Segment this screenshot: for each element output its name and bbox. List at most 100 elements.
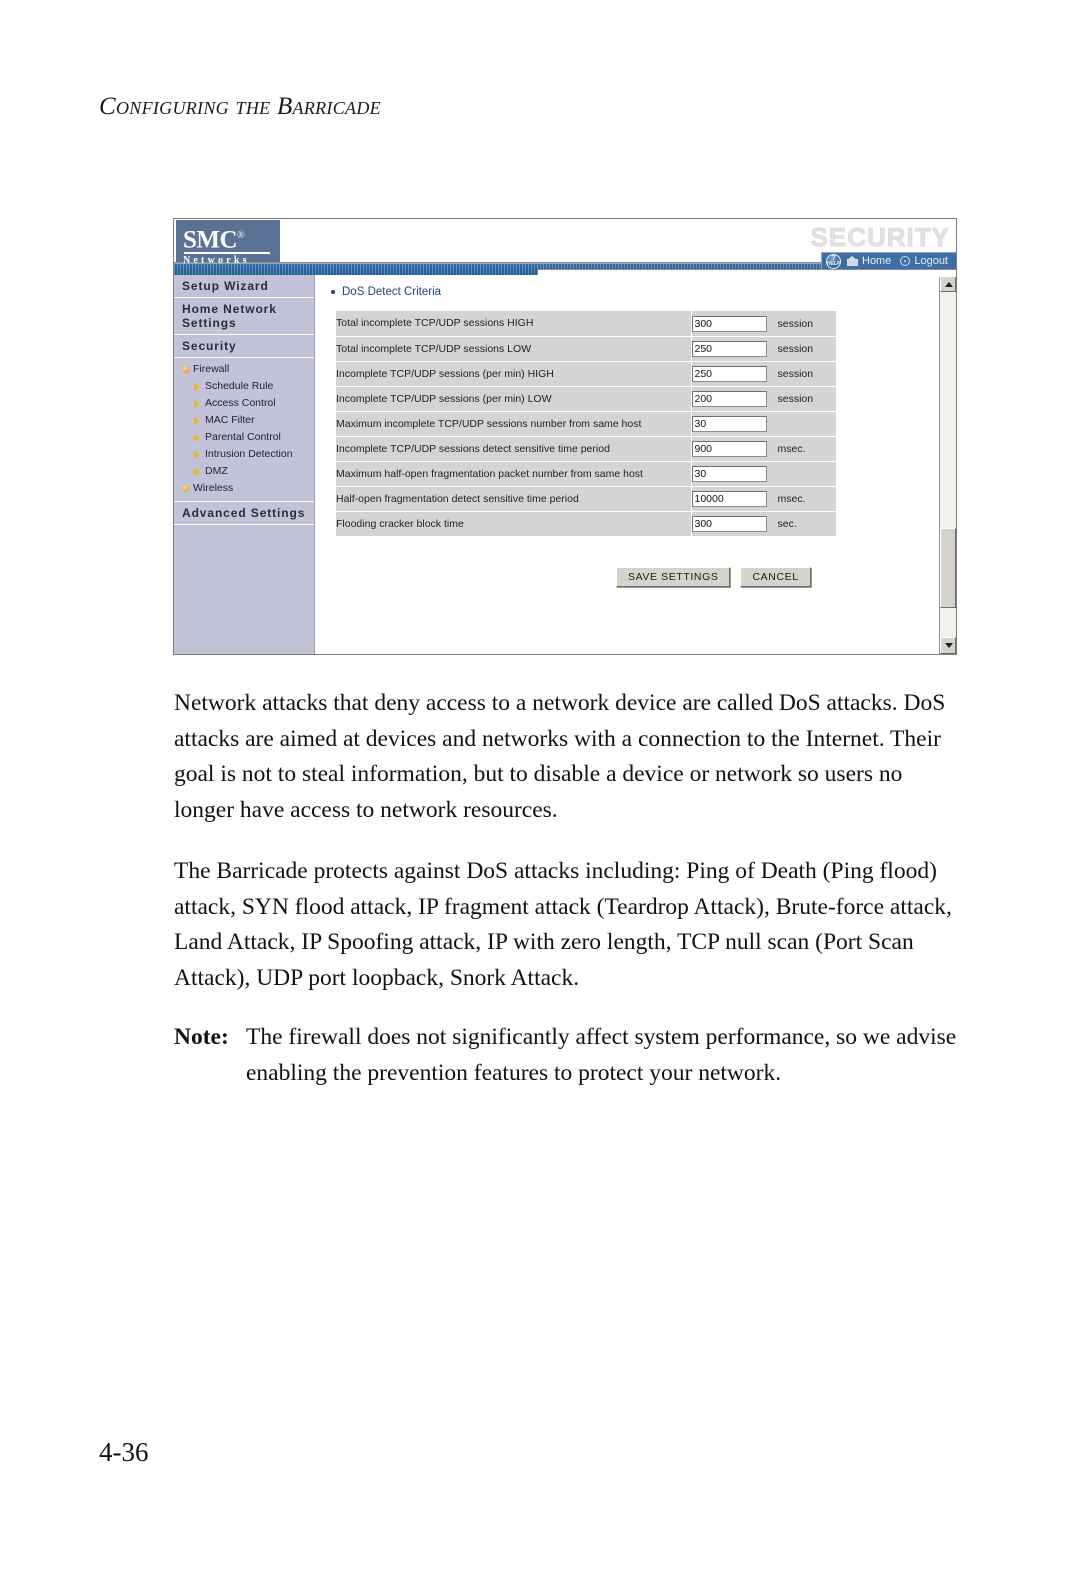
help-icon-label: HELP (826, 260, 841, 267)
page-number: 4-36 (99, 1437, 149, 1467)
help-icon[interactable]: ? HELP (826, 253, 841, 269)
sidebar-item-wireless-label: Wireless (193, 482, 234, 494)
table-row: Total incomplete TCP/UDP sessions HIGH 3… (336, 311, 836, 337)
table-row: Maximum half-open fragmentation packet n… (336, 461, 836, 487)
sidebar-item-dmz-label: DMZ (205, 465, 228, 477)
triangle-arrow-icon (194, 433, 200, 442)
scroll-up-arrow-icon[interactable] (940, 275, 956, 292)
note-text: The firewall does not significantly affe… (246, 1024, 957, 1086)
sidebar-heading-setup-wizard[interactable]: Setup Wizard (174, 275, 314, 298)
sidebar-item-parental-control-label: Parental Control (205, 431, 281, 443)
triangle-arrow-icon (194, 399, 200, 408)
sidebar-item-access-control[interactable]: Access Control (174, 395, 314, 412)
sidebar-item-firewall[interactable]: Firewall (174, 361, 314, 378)
save-settings-button[interactable]: SAVE SETTINGS (616, 566, 731, 587)
sidebar-item-intrusion-detection-label: Intrusion Detection (205, 448, 293, 460)
table-row: Incomplete TCP/UDP sessions detect sensi… (336, 436, 836, 462)
row-value-cell: 30 (691, 461, 836, 487)
row-value-cell: 30 (691, 411, 836, 437)
row-value-cell: 250 session (691, 336, 836, 362)
sidebar-item-wireless[interactable]: Wireless (174, 480, 314, 497)
table-row: Flooding cracker block time 300 sec. (336, 511, 836, 537)
ui-body: Setup Wizard Home Network Settings Secur… (174, 275, 956, 654)
sidebar-item-intrusion-detection[interactable]: Intrusion Detection (174, 446, 314, 463)
scrollbar-thumb[interactable] (940, 528, 956, 608)
smc-brand-text: SMC® (183, 223, 245, 252)
row-unit: sec. (777, 517, 797, 530)
triangle-arrow-icon (194, 467, 200, 476)
row-label: Incomplete TCP/UDP sessions (per min) HI… (336, 361, 692, 387)
row-label: Half-open fragmentation detect sensitive… (336, 486, 692, 512)
triangle-arrow-icon (194, 382, 200, 391)
row-value-cell: 900 msec. (691, 436, 836, 462)
smc-brand-label: SMC (183, 226, 238, 254)
sidebar-heading-home-network-settings[interactable]: Home Network Settings (174, 298, 314, 335)
registered-mark: ® (237, 230, 245, 241)
triangle-arrow-icon (194, 416, 200, 425)
scroll-down-arrow-icon[interactable] (940, 637, 956, 654)
page-running-head: Configuring the Barricade (99, 93, 381, 120)
nav-item-home[interactable]: Home (847, 255, 891, 267)
table-row: Incomplete TCP/UDP sessions (per min) HI… (336, 361, 836, 387)
router-web-ui-screenshot: SMC® Networks SECURITY ? HELP Home Logou… (173, 218, 957, 655)
sidebar-item-parental-control[interactable]: Parental Control (174, 429, 314, 446)
row-label: Incomplete TCP/UDP sessions (per min) LO… (336, 386, 692, 412)
table-row: Maximum incomplete TCP/UDP sessions numb… (336, 411, 836, 437)
input-max-half-open-frag-same-host[interactable]: 30 (691, 465, 767, 482)
nav-item-logout[interactable]: Logout (900, 255, 948, 267)
row-value-cell: 300 sec. (691, 511, 836, 537)
ui-top-band: SMC® Networks SECURITY ? HELP Home Logou… (174, 219, 956, 269)
input-total-incomplete-sessions-high[interactable]: 300 (691, 315, 767, 332)
table-row: Total incomplete TCP/UDP sessions LOW 25… (336, 336, 836, 362)
sidebar-item-mac-filter[interactable]: MAC Filter (174, 412, 314, 429)
input-flooding-cracker-block-time[interactable]: 300 (691, 515, 767, 532)
form-action-buttons: SAVE SETTINGS CANCEL (331, 566, 939, 587)
page-section-title: SECURITY (810, 222, 950, 253)
note-block: Note: The firewall does not significantl… (174, 1020, 964, 1091)
sidebar-item-access-control-label: Access Control (205, 397, 276, 409)
row-label: Total incomplete TCP/UDP sessions HIGH (336, 311, 692, 337)
orange-dot-icon (182, 366, 189, 373)
body-paragraph-2: The Barricade protects against DoS attac… (174, 858, 952, 991)
sidebar-security-group: Firewall Schedule Rule Access Control MA… (174, 358, 314, 502)
row-value-cell: 250 session (691, 361, 836, 387)
content-heading: DoS Detect Criteria (331, 286, 939, 298)
logout-icon (900, 256, 911, 266)
sidebar-heading-advanced-settings[interactable]: Advanced Settings (174, 502, 314, 525)
main-content-pane: DoS Detect Criteria Total incomplete TCP… (315, 275, 939, 654)
input-incomplete-sessions-per-min-high[interactable]: 250 (691, 365, 767, 382)
row-label: Incomplete TCP/UDP sessions detect sensi… (336, 436, 692, 462)
orange-dot-icon (182, 485, 189, 492)
vertical-scrollbar[interactable] (939, 275, 956, 654)
top-nav-bar: ? HELP Home Logout (821, 252, 956, 269)
table-row: Incomplete TCP/UDP sessions (per min) LO… (336, 386, 836, 412)
row-unit: session (777, 367, 814, 380)
table-row: Half-open fragmentation detect sensitive… (336, 486, 836, 512)
note-label: Note: (174, 1024, 229, 1050)
smc-logo: SMC® Networks (176, 220, 280, 266)
row-value-cell: 10000 msec. (691, 486, 836, 512)
input-max-incomplete-sessions-same-host[interactable]: 30 (691, 415, 767, 432)
content-heading-label: DoS Detect Criteria (342, 286, 442, 298)
row-unit: session (777, 342, 814, 355)
input-total-incomplete-sessions-low[interactable]: 250 (691, 340, 767, 357)
input-half-open-frag-detect-period[interactable]: 10000 (691, 490, 767, 507)
input-incomplete-sessions-detect-period[interactable]: 900 (691, 440, 767, 457)
row-unit: session (777, 317, 814, 330)
row-unit: msec. (777, 492, 806, 505)
scrollbar-track[interactable] (940, 292, 956, 637)
nav-item-home-label: Home (862, 255, 892, 267)
home-icon (847, 256, 858, 266)
sidebar-item-dmz[interactable]: DMZ (174, 463, 314, 480)
row-unit: session (777, 392, 814, 405)
input-incomplete-sessions-per-min-low[interactable]: 200 (691, 390, 767, 407)
triangle-arrow-icon (194, 450, 200, 459)
sidebar-heading-security[interactable]: Security (174, 335, 314, 358)
cancel-button[interactable]: CANCEL (740, 566, 811, 587)
row-unit: msec. (777, 442, 806, 455)
sidebar-item-schedule-rule[interactable]: Schedule Rule (174, 378, 314, 395)
nav-item-logout-label: Logout (914, 255, 948, 267)
sidebar-item-mac-filter-label: MAC Filter (205, 414, 255, 426)
row-label: Maximum incomplete TCP/UDP sessions numb… (336, 411, 692, 437)
row-value-cell: 200 session (691, 386, 836, 412)
